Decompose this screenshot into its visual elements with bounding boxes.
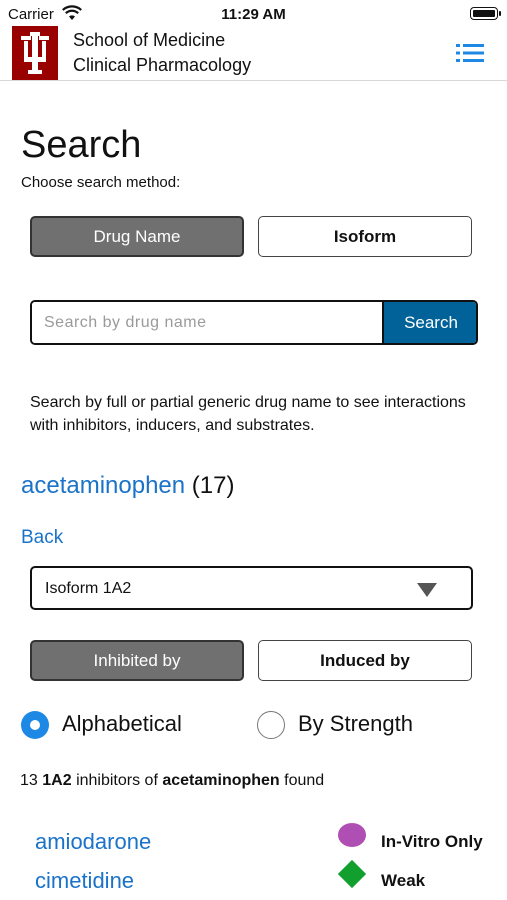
search-button[interactable]: Search xyxy=(382,302,476,343)
by-strength-label[interactable]: By Strength xyxy=(298,711,413,737)
menu-list-icon[interactable] xyxy=(456,43,484,63)
status-bar: Carrier 11:29 AM xyxy=(0,0,507,26)
summary-count: 13 xyxy=(20,772,38,789)
drug-count: (17) xyxy=(191,472,235,499)
summary-drug: acetaminophen xyxy=(162,772,280,789)
dropdown-arrow-icon xyxy=(417,583,437,597)
result-item[interactable]: cimetidine xyxy=(35,868,134,894)
isoform-button[interactable]: Isoform xyxy=(258,216,472,257)
result-item[interactable]: amiodarone xyxy=(35,829,151,855)
by-strength-radio[interactable] xyxy=(257,711,285,739)
clock: 11:29 AM xyxy=(221,6,286,23)
legend-weak-label: Weak xyxy=(381,871,426,890)
trident-logo-icon xyxy=(21,32,49,74)
drug-name: acetaminophen xyxy=(21,472,186,499)
results-summary: 13 1A2 inhibitors of acetaminophen found xyxy=(20,772,324,790)
summary-end: found xyxy=(284,772,325,789)
in-vitro-oval-icon xyxy=(338,823,366,847)
org-line-1: School of Medicine xyxy=(73,30,226,50)
search-bar: Search xyxy=(30,300,478,345)
isoform-select-value: Isoform 1A2 xyxy=(45,580,132,597)
legend-in-vitro-label: In-Vitro Only xyxy=(381,832,483,851)
org-line-2: Clinical Pharmacology xyxy=(73,55,252,75)
isoform-select[interactable]: Isoform 1A2 xyxy=(30,566,473,610)
org-title: School of Medicine Clinical Pharmacology xyxy=(73,28,251,78)
app-header: School of Medicine Clinical Pharmacology xyxy=(0,26,507,81)
page-title: Search xyxy=(21,124,142,166)
search-input[interactable] xyxy=(32,302,382,343)
drug-heading: acetaminophen (17) xyxy=(21,472,234,500)
summary-isoform: 1A2 xyxy=(42,772,72,789)
inhibited-by-button[interactable]: Inhibited by xyxy=(30,640,244,681)
search-help-text: Search by full or partial generic drug n… xyxy=(30,394,466,434)
battery-icon xyxy=(470,7,498,20)
search-method-prompt: Choose search method: xyxy=(21,174,181,191)
university-logo[interactable] xyxy=(12,26,58,80)
alphabetical-radio[interactable] xyxy=(21,711,49,739)
battery-cap xyxy=(499,11,501,16)
back-link[interactable]: Back xyxy=(21,527,63,549)
alphabetical-label[interactable]: Alphabetical xyxy=(62,711,182,737)
summary-mid: inhibitors of xyxy=(76,772,158,789)
induced-by-button[interactable]: Induced by xyxy=(258,640,472,681)
weak-diamond-icon xyxy=(337,859,367,889)
drug-name-button[interactable]: Drug Name xyxy=(30,216,244,257)
